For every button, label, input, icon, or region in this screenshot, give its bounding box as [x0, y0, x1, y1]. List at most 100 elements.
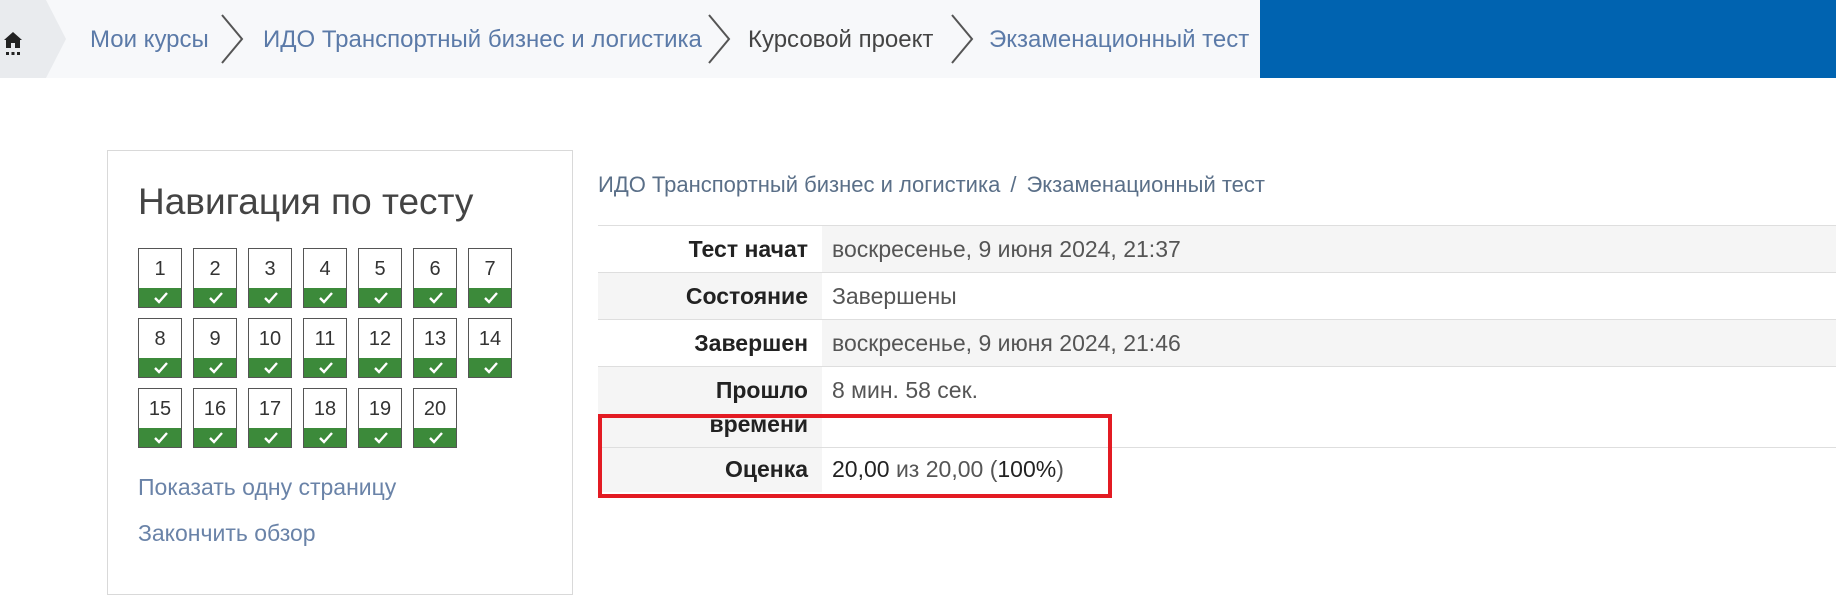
completed-label: Завершен [694, 330, 808, 356]
time-label-line-2: времени [709, 411, 808, 437]
quiz-summary-table: Тест начат воскресенье, 9 июня 2024, 21:… [598, 225, 1836, 492]
grade-label: Оценка [598, 447, 822, 492]
summary-row-completed: Завершен воскресенье, 9 июня 2024, 21:46 [598, 319, 1836, 367]
question-button-1[interactable]: 1 [138, 248, 182, 308]
time-value: 8 мин. 58 сек. [832, 377, 979, 403]
check-icon [374, 362, 388, 374]
chevron-right-icon [708, 14, 731, 64]
grade-percent: 100% [997, 456, 1057, 482]
summary-row-started: Тест начат воскресенье, 9 июня 2024, 21:… [598, 225, 1836, 273]
breadcrumb: Мои курсы ИДО Транспортный бизнес и логи… [0, 0, 1260, 78]
check-icon [209, 292, 223, 304]
breadcrumb-home[interactable] [0, 0, 46, 78]
question-answered-state [249, 428, 291, 447]
grade-score: 20,00 [832, 456, 890, 482]
state-value: Завершены [832, 283, 957, 309]
question-button-15[interactable]: 15 [138, 388, 182, 448]
question-answered-state [359, 358, 401, 377]
completed-value: воскресенье, 9 июня 2024, 21:46 [822, 319, 1836, 367]
question-button-16[interactable]: 16 [193, 388, 237, 448]
question-answered-state [304, 358, 346, 377]
question-button-9[interactable]: 9 [193, 318, 237, 378]
question-answered-state [304, 428, 346, 447]
breadcrumb-my-courses[interactable]: Мои курсы [90, 0, 209, 78]
question-button-2[interactable]: 2 [193, 248, 237, 308]
finish-review-link[interactable]: Закончить обзор [138, 520, 316, 547]
show-one-page-link[interactable]: Показать одну страницу [138, 474, 396, 501]
question-answered-state [139, 428, 181, 447]
question-button-11[interactable]: 11 [303, 318, 347, 378]
question-answered-state [304, 288, 346, 307]
home-icon[interactable] [2, 28, 24, 58]
header-accent-bar [1260, 0, 1836, 78]
question-button-14[interactable]: 14 [468, 318, 512, 378]
question-answered-state [469, 288, 511, 307]
question-button-13[interactable]: 13 [413, 318, 457, 378]
question-number: 20 [423, 398, 447, 420]
question-answered-state [414, 428, 456, 447]
state-label: Состояние [598, 272, 822, 320]
question-number: 16 [203, 398, 227, 420]
question-answered-state [359, 288, 401, 307]
time-label: Прошло времени [598, 366, 822, 448]
grade-value: 20,00 из 20,00 (100%) [822, 448, 1836, 493]
question-button-17[interactable]: 17 [248, 388, 292, 448]
question-number: 8 [154, 328, 166, 350]
question-button-18[interactable]: 18 [303, 388, 347, 448]
summary-row-grade: Оценка 20,00 из 20,00 (100%) [598, 447, 1836, 493]
question-answered-state [194, 358, 236, 377]
summary-row-time: Прошло времени 8 мин. 58 сек. [598, 366, 1836, 448]
check-icon [264, 432, 278, 444]
question-number: 11 [314, 328, 336, 350]
question-button-3[interactable]: 3 [248, 248, 292, 308]
summary-row-state: Состояние Завершены [598, 272, 1836, 320]
page-breadcrumb-quiz[interactable]: Экзаменационный тест [1026, 172, 1265, 197]
question-number: 17 [258, 398, 282, 420]
question-button-20[interactable]: 20 [413, 388, 457, 448]
page-breadcrumb-course[interactable]: ИДО Транспортный бизнес и логистика [598, 172, 1000, 197]
question-number: 5 [374, 258, 386, 280]
breadcrumb-course[interactable]: ИДО Транспортный бизнес и логистика [263, 0, 702, 78]
chevron-right-icon [221, 14, 244, 64]
question-number: 14 [478, 328, 502, 350]
check-icon [484, 292, 498, 304]
quiz-navigation-block: Навигация по тесту 1 2 3 4 5 6 7 8 9 10 11 12 13 14 15… [107, 150, 573, 595]
check-icon [154, 362, 168, 374]
question-answered-state [414, 288, 456, 307]
question-number: 1 [154, 258, 166, 280]
page-breadcrumb: ИДО Транспортный бизнес и логистика / Экза… [598, 172, 1265, 198]
question-button-8[interactable]: 8 [138, 318, 182, 378]
question-number: 9 [209, 328, 221, 350]
question-button-5[interactable]: 5 [358, 248, 402, 308]
started-label: Тест начат [688, 236, 808, 262]
question-button-7[interactable]: 7 [468, 248, 512, 308]
grade-close-paren: ) [1056, 456, 1064, 482]
question-number: 15 [148, 398, 172, 420]
question-button-4[interactable]: 4 [303, 248, 347, 308]
question-number: 19 [368, 398, 392, 420]
top-navigation-bar: Мои курсы ИДО Транспортный бизнес и логи… [0, 0, 1836, 78]
check-icon [429, 292, 443, 304]
question-number: 10 [258, 328, 282, 350]
quiz-navigation-title: Навигация по тесту [138, 181, 474, 222]
question-answered-state [194, 428, 236, 447]
question-button-10[interactable]: 10 [248, 318, 292, 378]
chevron-right-icon [951, 14, 974, 64]
question-button-19[interactable]: 19 [358, 388, 402, 448]
check-icon [154, 432, 168, 444]
check-icon [264, 362, 278, 374]
check-icon [319, 292, 333, 304]
question-number: 3 [264, 258, 276, 280]
question-button-6[interactable]: 6 [413, 248, 457, 308]
question-number: 6 [429, 258, 441, 280]
check-icon [374, 432, 388, 444]
page-breadcrumb-separator: / [1010, 172, 1017, 197]
question-answered-state [139, 288, 181, 307]
check-icon [374, 292, 388, 304]
check-icon [264, 292, 278, 304]
breadcrumb-quiz[interactable]: Экзаменационный тест [989, 0, 1249, 78]
question-button-12[interactable]: 12 [358, 318, 402, 378]
question-answered-state [249, 358, 291, 377]
breadcrumb-section: Курсовой проект [748, 26, 934, 53]
grade-maximum: из 20,00 [895, 456, 984, 482]
